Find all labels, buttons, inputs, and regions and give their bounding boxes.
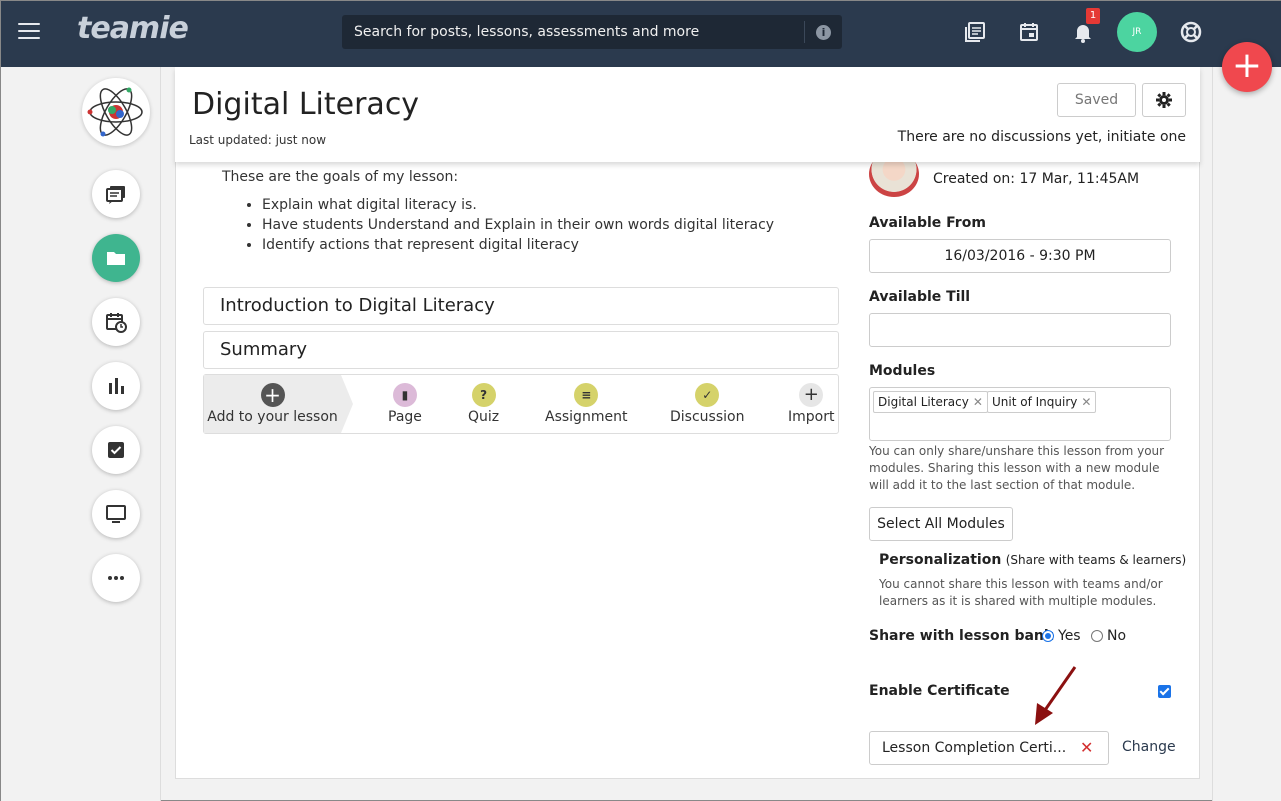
teamie-logo[interactable]: teamie — [77, 11, 189, 46]
add-item-label: Discussion — [670, 409, 745, 425]
module-tag-label: Unit of Inquiry — [992, 395, 1078, 409]
add-page-button[interactable]: ▮ Page — [388, 383, 422, 425]
modules-tag-input[interactable]: Digital Literacy ✕ Unit of Inquiry ✕ — [869, 387, 1171, 441]
notification-badge: 1 — [1086, 8, 1100, 24]
goals-intro: These are the goals of my lesson: — [222, 169, 459, 185]
more-dots-icon — [108, 576, 124, 580]
available-from-label: Available From — [869, 215, 986, 231]
nav-discussions-button[interactable] — [92, 170, 140, 218]
checkbox-icon — [108, 442, 124, 458]
top-navbar: teamie i 1 JR — [1, 1, 1281, 67]
nav-tasks-button[interactable] — [92, 426, 140, 474]
add-to-lesson-bar: + Add to your lesson ▮ Page ? Quiz ≡ Ass… — [203, 374, 839, 434]
add-item-label: Page — [388, 409, 422, 425]
lesson-header: Digital Literacy Last updated: just now … — [175, 67, 1200, 162]
add-discussion-button[interactable]: ✓ Discussion — [670, 383, 744, 425]
chat-icon — [106, 186, 125, 204]
page-book-icon: ▮ — [392, 383, 417, 407]
personalization-heading: Personalization (Share with teams & lear… — [879, 552, 1186, 568]
select-all-modules-button[interactable]: Select All Modules — [869, 507, 1013, 541]
quiz-icon: ? — [471, 383, 496, 407]
nav-more-button[interactable] — [92, 554, 140, 602]
monitor-icon — [106, 505, 126, 523]
yes-label: Yes — [1058, 628, 1081, 644]
user-avatar[interactable]: JR — [1117, 12, 1157, 52]
add-to-lesson-label: + Add to your lesson — [204, 375, 341, 433]
info-icon[interactable]: i — [816, 25, 831, 40]
discussion-note[interactable]: There are no discussions yet, initiate o… — [898, 129, 1186, 145]
folder-icon — [107, 252, 125, 265]
available-till-label: Available Till — [869, 289, 971, 305]
add-assignment-button[interactable]: ≡ Assignment — [545, 383, 627, 425]
remove-tag-icon[interactable]: ✕ — [1081, 395, 1091, 409]
add-label-text: Add to your lesson — [207, 409, 338, 425]
change-certificate-link[interactable]: Change — [1122, 739, 1176, 755]
module-tag-label: Digital Literacy — [878, 395, 969, 409]
last-updated-text: Last updated: just now — [189, 133, 327, 147]
modules-help-text: You can only share/unshare this lesson f… — [869, 444, 1165, 492]
assignment-icon: ≡ — [574, 383, 599, 407]
enable-certificate-checkbox[interactable] — [1158, 685, 1171, 698]
personalization-help-text: You cannot share this lesson with teams … — [879, 577, 1163, 608]
remove-certificate-icon[interactable]: ✕ — [1080, 732, 1093, 764]
logo-text: teamie — [77, 11, 189, 46]
settings-button[interactable] — [1142, 83, 1186, 117]
arrow-divider — [341, 375, 353, 433]
create-fab-button[interactable]: + — [1222, 42, 1272, 92]
annotation-arrow-icon — [1035, 666, 1077, 725]
no-label: No — [1107, 628, 1127, 644]
nav-schedule-button[interactable] — [92, 298, 140, 346]
modules-label: Modules — [869, 363, 936, 379]
module-tag: Digital Literacy ✕ — [873, 391, 988, 413]
search-bar: i — [342, 15, 842, 49]
left-panel — [1, 67, 161, 801]
add-item-label: Assignment — [545, 409, 628, 425]
menu-icon[interactable] — [18, 23, 40, 41]
add-item-label: Quiz — [468, 409, 500, 425]
goal-item: Identify actions that represent digital … — [262, 237, 774, 253]
page-title: Digital Literacy — [192, 87, 420, 122]
bar-chart-icon — [109, 378, 124, 394]
import-plus-icon: + — [799, 383, 824, 407]
plus-icon: + — [260, 383, 285, 407]
discussion-icon: ✓ — [695, 383, 720, 407]
radio-circle — [1091, 630, 1103, 642]
search-divider — [804, 21, 805, 43]
saved-button[interactable]: Saved — [1057, 83, 1136, 117]
help-lifebuoy-icon[interactable] — [1179, 20, 1203, 44]
personalization-title: Personalization — [879, 552, 1002, 568]
right-strip — [1212, 67, 1281, 801]
created-on-text: Created on: 17 Mar, 11:45AM — [933, 171, 1140, 187]
nav-analytics-button[interactable] — [92, 362, 140, 410]
gear-icon — [1156, 92, 1172, 108]
available-from-field[interactable] — [869, 239, 1171, 273]
enable-certificate-label: Enable Certificate — [869, 683, 1010, 699]
personalization-subtitle: (Share with teams & learners) — [1005, 553, 1187, 567]
lessons-icon[interactable] — [963, 20, 987, 44]
share-no-radio[interactable]: No — [1091, 628, 1126, 644]
calendar-icon[interactable] — [1017, 20, 1041, 44]
goal-item: Have students Understand and Explain in … — [262, 217, 774, 233]
module-tag: Unit of Inquiry ✕ — [987, 391, 1097, 413]
nav-classroom-button[interactable] — [92, 490, 140, 538]
share-lesson-bank-label: Share with lesson bank — [869, 628, 1054, 644]
calendar-clock-icon — [106, 313, 127, 333]
section-summary[interactable]: Summary — [203, 331, 839, 369]
available-till-field[interactable] — [869, 313, 1171, 347]
add-item-label: Import — [788, 409, 835, 425]
radio-circle-checked — [1042, 630, 1054, 642]
add-quiz-button[interactable]: ? Quiz — [468, 383, 499, 425]
course-atom-logo[interactable] — [82, 78, 150, 146]
section-introduction[interactable]: Introduction to Digital Literacy — [203, 287, 839, 325]
add-import-button[interactable]: + Import — [788, 383, 834, 425]
goals-list: Explain what digital literacy is. Have s… — [222, 197, 774, 253]
lesson-goals: These are the goals of my lesson: Explai… — [222, 169, 774, 257]
certificate-field[interactable]: Lesson Completion Certi... ✕ — [869, 731, 1109, 765]
goal-item: Explain what digital literacy is. — [262, 197, 774, 213]
nav-lessons-button[interactable] — [92, 234, 140, 282]
remove-tag-icon[interactable]: ✕ — [973, 395, 983, 409]
search-input[interactable] — [342, 15, 802, 49]
share-yes-radio[interactable]: Yes — [1042, 628, 1081, 644]
certificate-name: Lesson Completion Certi... — [882, 740, 1067, 756]
